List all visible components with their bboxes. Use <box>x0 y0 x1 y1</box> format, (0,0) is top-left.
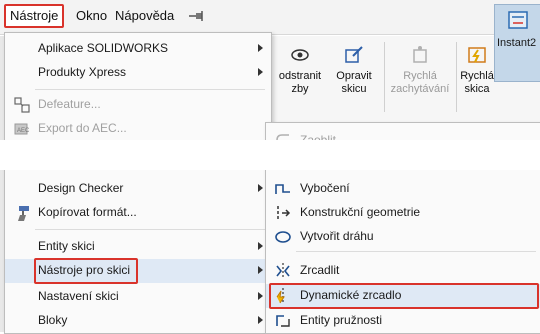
menu-item-label: Export do AEC... <box>38 121 127 135</box>
menu-okno[interactable]: Okno <box>72 6 111 26</box>
submenu-item-zrcadlit[interactable]: Zrcadlit <box>266 259 540 283</box>
submenu-item-label: Vytvořit dráhu <box>300 229 374 243</box>
menu-item-aplikace-solidworks[interactable]: Aplikace SOLIDWORKS <box>5 37 271 61</box>
make-path-icon <box>275 231 291 243</box>
ribbon-button-rychla-skica[interactable]: Rychlá skica <box>456 44 498 96</box>
submenu-arrow-icon <box>258 242 263 250</box>
pin-icon[interactable] <box>188 9 206 23</box>
menu-item-label: Kopírovat formát... <box>38 205 137 219</box>
rapid-sketch-icon <box>468 47 486 63</box>
highlight-frame-dynamicke-zrcadlo <box>269 283 539 309</box>
mirror-icon <box>276 263 290 279</box>
ribbon-button-odstranit[interactable]: odstranit zby <box>272 44 328 96</box>
construction-geometry-icon <box>277 206 291 220</box>
menu-item-defeature[interactable]: Defeature... <box>5 93 271 117</box>
format-painter-icon <box>18 206 29 221</box>
export-aec-icon: AEC <box>14 123 30 135</box>
ribbon-label-rychla-skica: Rychlá skica <box>460 70 494 95</box>
submenu-arrow-icon <box>258 292 263 300</box>
submenu-item-konstrukcni-geometrie[interactable]: Konstrukční geometrie <box>266 201 540 225</box>
flex-entities-icon <box>276 315 290 327</box>
highlight-frame-nastroje-pro-skici <box>34 258 138 284</box>
submenu-arrow-icon <box>258 44 263 52</box>
submenu-item-vybočeni[interactable]: Vybočení <box>266 177 540 201</box>
menu-bar: Nástroje Okno Nápověda <box>0 0 540 35</box>
submenu-item-label: Zrcadlit <box>300 263 340 277</box>
menu-item-kopirovat-format[interactable]: Kopírovat formát... <box>5 201 271 225</box>
submenu-arrow-icon <box>258 316 263 324</box>
ribbon-label-odstranit: odstranit zby <box>278 70 322 95</box>
menu-item-label: Design Checker <box>38 181 124 195</box>
menu-item-produkty-xpress[interactable]: Produkty Xpress <box>5 61 271 85</box>
menu-item-bloky[interactable]: Bloky <box>5 309 271 333</box>
submenu-arrow-icon <box>258 68 263 76</box>
menu-item-label: Nastavení skici <box>38 289 119 303</box>
jog-line-icon <box>275 184 290 194</box>
ribbon-separator <box>384 42 385 112</box>
menu-item-nastaveni-skici[interactable]: Nastavení skici <box>5 285 271 309</box>
ribbon-label-opravit-skicu: Opravit skicu <box>336 70 372 95</box>
menu-separator <box>35 229 265 230</box>
eye-icon <box>291 49 309 61</box>
submenu-arrow-icon <box>258 184 263 192</box>
quick-snap-icon <box>413 46 427 63</box>
submenu-item-label: Entity pružnosti <box>300 313 383 327</box>
submenu-item-entity-pruznosti[interactable]: Entity pružnosti <box>266 309 540 333</box>
submenu-item-label: Vybočení <box>300 181 350 195</box>
svg-text:AEC: AEC <box>17 128 30 134</box>
menu-item-export-aec[interactable]: AEC Export do AEC... <box>5 117 271 141</box>
menu-item-entity-skici[interactable]: Entity skici <box>5 235 271 259</box>
submenu-separator <box>296 251 536 252</box>
menu-item-design-checker[interactable]: Design Checker <box>5 177 271 201</box>
menu-napoveda[interactable]: Nápověda <box>111 6 178 26</box>
defeature-icon <box>14 97 30 113</box>
menu-item-label: Entity skici <box>38 239 95 253</box>
menu-item-label: Produkty Xpress <box>38 65 127 79</box>
ribbon-button-rychla-zachytavani[interactable]: Rychlá zachytávání <box>388 44 452 96</box>
submenu-item-label: Konstrukční geometrie <box>300 205 421 219</box>
ribbon-label-instant2d: Instant2 <box>497 37 537 49</box>
repair-sketch-icon <box>345 46 363 63</box>
ribbon-label-rychla-zachytavani: Rychlá zachytávání <box>390 70 450 95</box>
menu-nastroje[interactable]: Nástroje <box>4 4 65 28</box>
torn-gap <box>0 140 540 170</box>
ribbon-button-opravit-skicu[interactable]: Opravit skicu <box>332 44 376 96</box>
submenu-arrow-icon <box>258 266 263 274</box>
menu-item-label: Defeature... <box>38 97 101 111</box>
menu-item-label: Bloky <box>38 313 68 327</box>
submenu-item-vytvorit-drahu[interactable]: Vytvořit dráhu <box>266 225 540 249</box>
instant2d-icon <box>508 11 528 29</box>
menu-separator <box>35 89 265 90</box>
ribbon-button-instant2d[interactable]: Instant2 <box>494 4 540 82</box>
tools-dropdown-menu: Aplikace SOLIDWORKS Produkty Xpress Defe… <box>4 32 272 334</box>
menu-item-label: Aplikace SOLIDWORKS <box>38 41 169 55</box>
